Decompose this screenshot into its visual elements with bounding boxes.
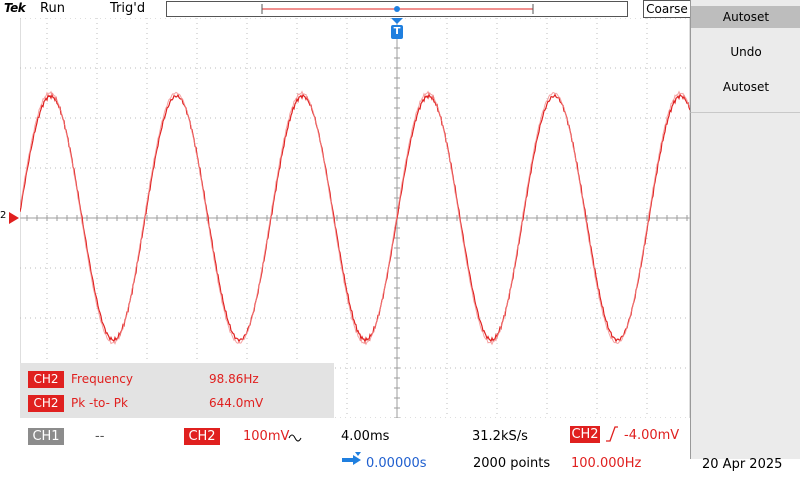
waveform-display bbox=[20, 18, 690, 418]
timebase: 4.00ms bbox=[341, 429, 390, 444]
ch2-scale: 100mV bbox=[243, 429, 290, 444]
trigger-marker-label: T bbox=[393, 26, 401, 37]
coarse-button[interactable]: Coarse bbox=[643, 0, 691, 18]
trigger-position-marker[interactable]: T bbox=[390, 18, 404, 40]
ch2-marker-label: 2 bbox=[0, 210, 7, 221]
ch1-value: -- bbox=[95, 429, 105, 444]
measurement-panel: CH2 Frequency 98.86Hz CH2 Pk -to- Pk 644… bbox=[20, 363, 334, 418]
ch2-badge[interactable]: CH2 bbox=[184, 428, 220, 445]
trigger-source-badge[interactable]: CH2 bbox=[570, 426, 600, 443]
meas1-channel: CH2 bbox=[28, 371, 64, 388]
record-length: 2000 points bbox=[473, 456, 551, 471]
horizontal-position: 0.00000s bbox=[366, 456, 427, 471]
ch1-badge[interactable]: CH1 bbox=[28, 428, 64, 445]
brand-logo: Tek bbox=[4, 1, 26, 15]
ch2-ground-marker-icon[interactable] bbox=[9, 212, 20, 224]
undo-button[interactable]: Undo bbox=[691, 45, 800, 59]
ac-coupling-icon bbox=[288, 434, 302, 442]
trigger-state: Trig'd bbox=[110, 1, 146, 16]
autoset-button[interactable]: Autoset bbox=[691, 80, 800, 94]
menu-title: Autoset bbox=[691, 6, 800, 28]
rising-edge-icon bbox=[606, 426, 618, 442]
meas2-value: 644.0mV bbox=[209, 396, 264, 410]
date: 20 Apr 2025 bbox=[702, 457, 783, 472]
meas1-value: 98.86Hz bbox=[209, 372, 259, 386]
meas2-channel: CH2 bbox=[28, 395, 64, 412]
graticule-grid bbox=[20, 18, 690, 418]
meas2-name: Pk -to- Pk bbox=[71, 396, 128, 410]
run-state: Run bbox=[40, 1, 65, 16]
side-menu: Autoset Undo Autoset bbox=[690, 0, 800, 112]
meas1-name: Frequency bbox=[71, 372, 133, 386]
trigger-frequency: 100.000Hz bbox=[571, 456, 642, 471]
trigger-level: -4.00mV bbox=[624, 428, 680, 443]
side-menu-lower bbox=[690, 112, 800, 459]
sample-rate: 31.2kS/s bbox=[472, 429, 528, 444]
horizontal-position-arrow-icon bbox=[342, 452, 361, 465]
record-view-bar bbox=[166, 1, 628, 17]
